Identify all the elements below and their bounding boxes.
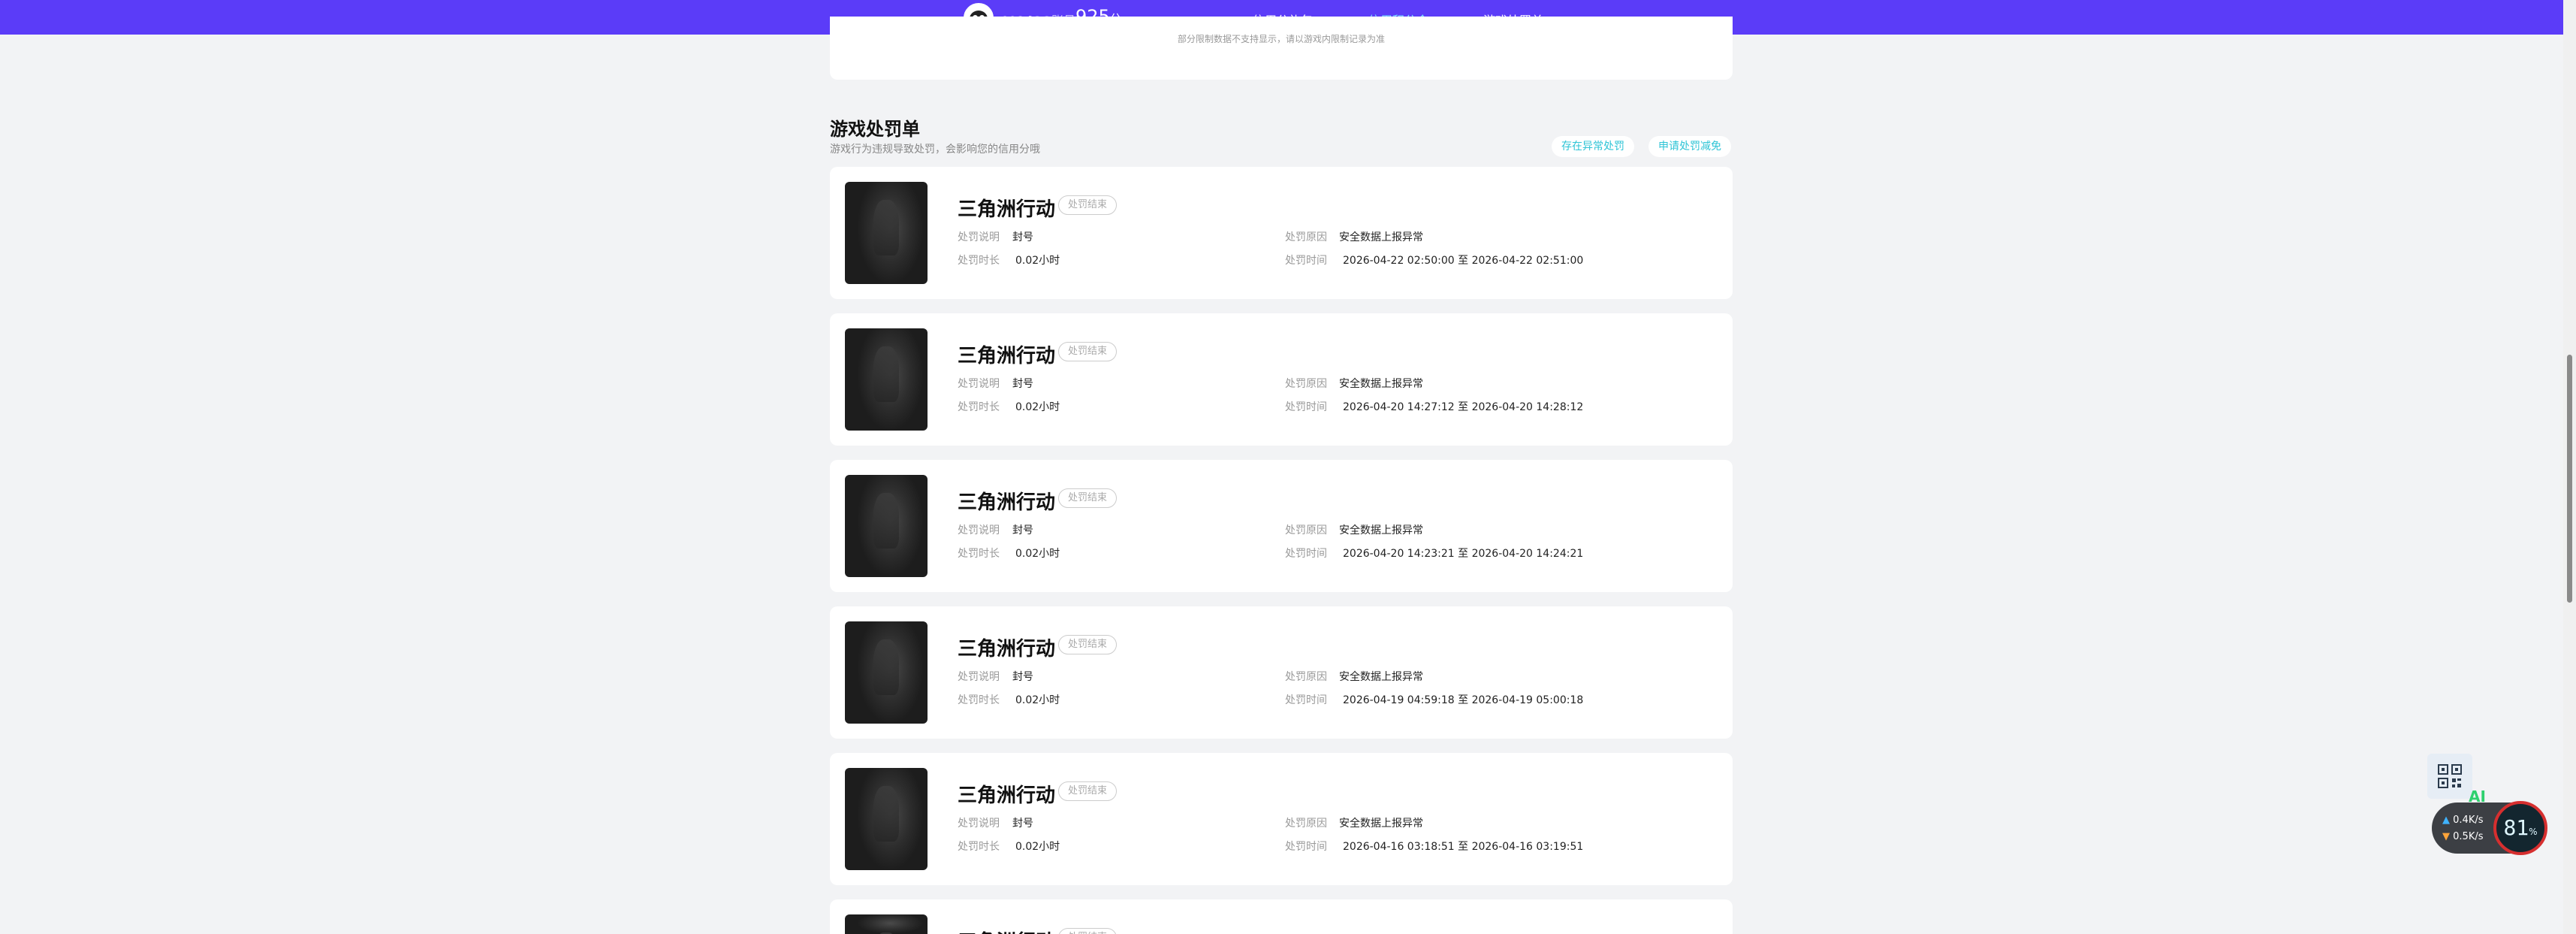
penalty-card[interactable]: 三角洲行动 处罚结束 处罚说明 封号 处罚时长 0.02小时 处罚原因 安全数据… <box>830 753 1733 885</box>
desc-label: 处罚说明 <box>958 378 1000 390</box>
upload-speed-value: 0.4K/s <box>2453 815 2484 826</box>
time-label: 处罚时间 <box>1285 401 1327 413</box>
desc-label: 处罚说明 <box>958 231 1000 243</box>
scrollbar-thumb[interactable] <box>2567 355 2572 603</box>
desc-label: 处罚说明 <box>958 671 1000 683</box>
game-name: 三角洲行动 <box>958 784 1056 807</box>
time-value: 2026-04-20 14:23:21 至 2026-04-20 14:24:2… <box>1343 548 1584 560</box>
section-subtitle: 游戏行为违规导致处罚，会影响您的信用分哦 <box>830 144 1040 156</box>
time-value: 2026-04-20 14:27:12 至 2026-04-20 14:28:1… <box>1343 401 1584 413</box>
reason-label: 处罚原因 <box>1285 818 1327 830</box>
game-cover-image <box>845 768 928 870</box>
penalty-card[interactable]: 三角洲行动 处罚结束 处罚说明 封号 处罚时长 0.02小时 处罚原因 安全数据… <box>830 313 1733 446</box>
download-speed-value: 0.5K/s <box>2453 831 2484 842</box>
status-badge: 处罚结束 <box>1058 781 1118 801</box>
section-title: 游戏处罚单 <box>830 119 920 140</box>
time-value: 2026-04-19 04:59:18 至 2026-04-19 05:00:1… <box>1343 694 1584 706</box>
game-cover-image <box>845 914 928 934</box>
duration-value: 0.02小时 <box>1015 401 1060 413</box>
game-name: 三角洲行动 <box>958 926 1055 934</box>
desc-value: 封号 <box>1012 671 1033 683</box>
status-badge: 处罚结束 <box>1058 635 1118 654</box>
upload-speed: ▲ 0.4K/s <box>2442 815 2484 826</box>
game-cover-image <box>845 621 928 724</box>
qr-code-button[interactable] <box>2427 754 2472 799</box>
reason-value: 安全数据上报异常 <box>1339 231 1423 243</box>
penalty-card[interactable]: 三角洲行动 处罚结束 处罚说明 封号 处罚时长 0.02小时 处罚原因 安全数据… <box>830 167 1733 299</box>
desc-value: 封号 <box>1012 231 1033 243</box>
qr-code-icon <box>2438 764 2462 788</box>
time-label: 处罚时间 <box>1285 255 1327 267</box>
duration-label: 处罚时长 <box>958 255 1000 267</box>
game-cover-image <box>845 328 928 431</box>
game-cover-image <box>845 475 928 577</box>
duration-value: 0.02小时 <box>1015 548 1060 560</box>
duration-value: 0.02小时 <box>1015 694 1060 706</box>
duration-value: 0.02小时 <box>1015 841 1060 853</box>
gauge-unit: % <box>2529 827 2538 837</box>
status-badge: 处罚结束 <box>1058 342 1118 361</box>
desc-label: 处罚说明 <box>958 818 1000 830</box>
reason-value: 安全数据上报异常 <box>1339 524 1423 537</box>
gauge-value: 81 <box>2503 815 2529 840</box>
penalty-card[interactable]: 三角洲行动 处罚结束 处罚说明 封号 处罚时长 0.02小时 处罚原因 安全数据… <box>830 606 1733 739</box>
time-value: 2026-04-16 03:18:51 至 2026-04-16 03:19:5… <box>1343 841 1584 853</box>
desc-value: 封号 <box>1012 378 1033 390</box>
game-cover-image <box>845 182 928 284</box>
duration-label: 处罚时长 <box>958 548 1000 560</box>
penalty-card[interactable]: 三角洲行动 处罚结束 处罚说明 封号 处罚时长 0.02小时 处罚原因 安全数据… <box>830 460 1733 592</box>
game-name: 三角洲行动 <box>958 345 1056 367</box>
reason-label: 处罚原因 <box>1285 671 1327 683</box>
duration-label: 处罚时长 <box>958 841 1000 853</box>
penalty-card[interactable]: 三角洲行动 处罚结束 <box>830 899 1733 934</box>
game-name: 三角洲行动 <box>958 491 1056 514</box>
reason-value: 安全数据上报异常 <box>1339 818 1423 830</box>
desc-value: 封号 <box>1012 818 1033 830</box>
game-name: 三角洲行动 <box>958 638 1056 660</box>
reason-label: 处罚原因 <box>1285 378 1327 390</box>
desc-value: 封号 <box>1012 524 1033 537</box>
memory-usage-gauge[interactable]: 81% <box>2493 801 2547 855</box>
desc-label: 处罚说明 <box>958 524 1000 537</box>
duration-label: 处罚时长 <box>958 694 1000 706</box>
apply-reduction-button[interactable]: 申请处罚减免 <box>1648 136 1731 157</box>
time-label: 处罚时间 <box>1285 548 1327 560</box>
duration-label: 处罚时长 <box>958 401 1000 413</box>
appeal-anomaly-button[interactable]: 存在异常处罚 <box>1552 136 1634 157</box>
time-label: 处罚时间 <box>1285 841 1327 853</box>
reason-value: 安全数据上报异常 <box>1339 378 1423 390</box>
reason-value: 安全数据上报异常 <box>1339 671 1423 683</box>
reason-label: 处罚原因 <box>1285 524 1327 537</box>
upload-arrow-icon: ▲ <box>2442 815 2450 826</box>
status-badge: 处罚结束 <box>1058 195 1118 215</box>
duration-value: 0.02小时 <box>1015 255 1060 267</box>
download-speed: ▼ 0.5K/s <box>2442 831 2484 842</box>
time-label: 处罚时间 <box>1285 694 1327 706</box>
record-note: 部分限制数据不支持显示，请以游戏内限制记录为准 <box>1177 34 1385 44</box>
status-badge: 处罚结束 <box>1058 488 1118 508</box>
download-arrow-icon: ▼ <box>2442 831 2450 842</box>
time-value: 2026-04-22 02:50:00 至 2026-04-22 02:51:0… <box>1343 255 1584 267</box>
game-name: 三角洲行动 <box>958 198 1056 221</box>
status-badge: 处罚结束 <box>1058 928 1118 934</box>
previous-section-card: 部分限制数据不支持显示，请以游戏内限制记录为准 <box>830 17 1733 80</box>
reason-label: 处罚原因 <box>1285 231 1327 243</box>
